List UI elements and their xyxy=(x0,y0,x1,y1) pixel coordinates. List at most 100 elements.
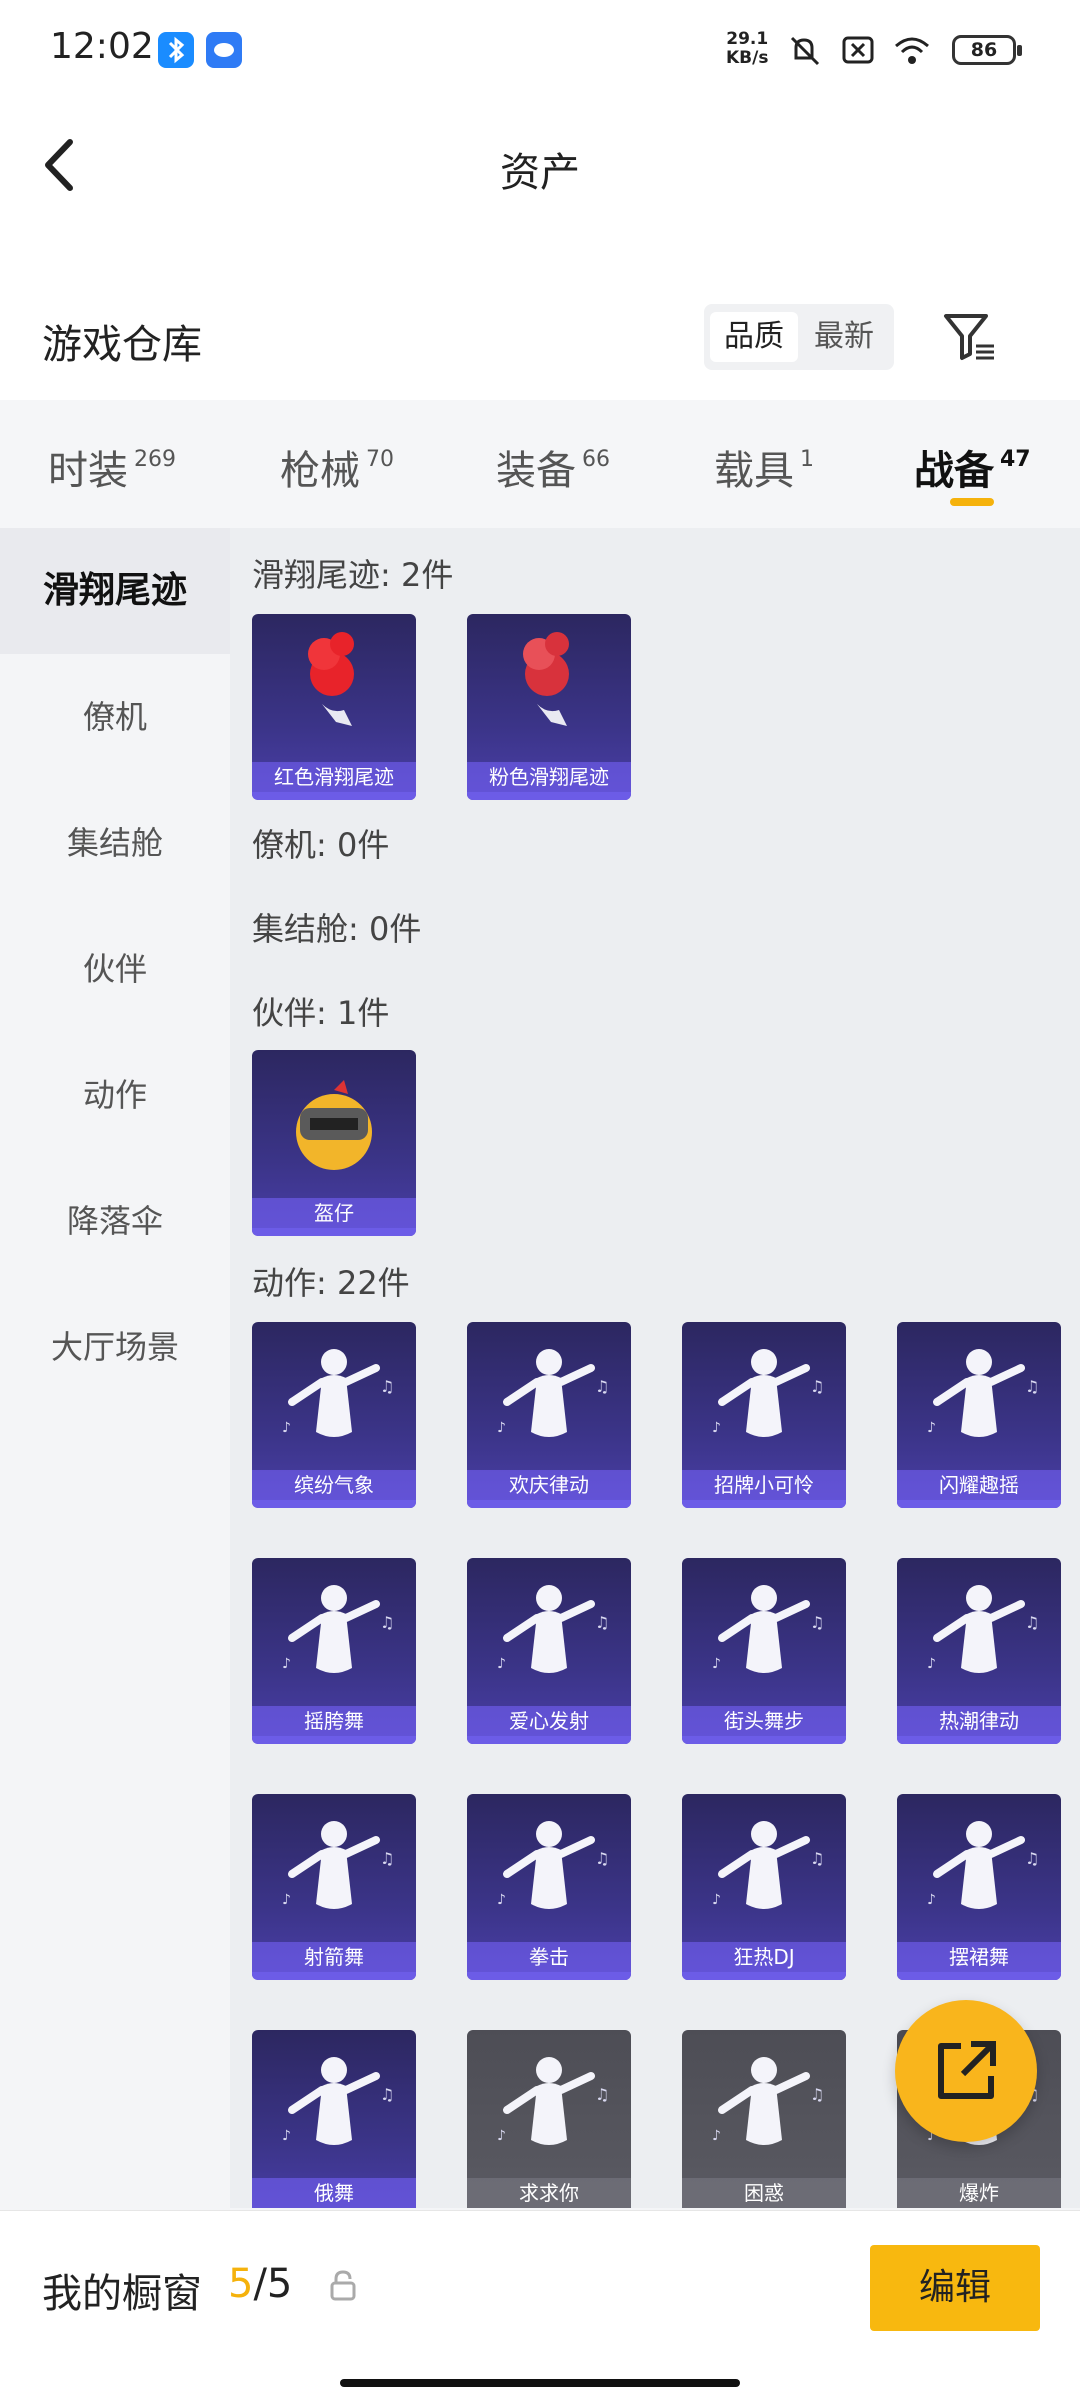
sort-newest-button[interactable]: 最新 xyxy=(800,312,888,362)
item-name: 欢庆律动 xyxy=(467,1470,631,1500)
partner-chick-image xyxy=(296,1080,372,1170)
wifi-icon xyxy=(895,37,929,64)
svg-text:♪: ♪ xyxy=(712,1892,721,1908)
sidebar: 滑翔尾迹 僚机 集结舱 伙伴 动作 降落伞 大厅场景 xyxy=(0,528,230,2208)
svg-text:♫: ♫ xyxy=(380,1377,394,1396)
item-name: 摇胯舞 xyxy=(252,1706,416,1736)
sidebar-item-parachute[interactable]: 降落伞 xyxy=(0,1158,230,1284)
svg-text:♫: ♫ xyxy=(1025,1377,1039,1396)
emote-figure-image: ♫♪ xyxy=(282,1821,394,1909)
sidebar-item-pod[interactable]: 集结舱 xyxy=(0,780,230,906)
tab-fashion[interactable]: 时装 269 xyxy=(48,438,176,496)
network-speed: 29.1 KB/s xyxy=(726,29,769,68)
item-card[interactable]: 红色滑翔尾迹 xyxy=(252,614,416,800)
item-name: 拳击 xyxy=(467,1942,631,1972)
sidebar-item-glide-trail[interactable]: 滑翔尾迹 xyxy=(0,528,230,654)
svg-text:♪: ♪ xyxy=(282,1892,291,1908)
item-name: 盔仔 xyxy=(252,1198,416,1228)
emote-figure-image: ♫♪ xyxy=(497,2057,609,2145)
tab-firearms[interactable]: 枪械 70 xyxy=(280,438,394,496)
emote-figure-image: ♫♪ xyxy=(497,1349,609,1437)
item-name: 闪耀趣摇 xyxy=(897,1470,1061,1500)
emote-card[interactable]: ♫ ♪ 爱心发射 xyxy=(467,1558,631,1744)
showcase-count: 5/5 xyxy=(228,2261,293,2307)
emote-card[interactable]: ♫ ♪ 射箭舞 xyxy=(252,1794,416,1980)
category-tabs: 时装 269 枪械 70 装备 66 载具 1 战备 47 xyxy=(0,400,1080,528)
emote-card[interactable]: ♫ ♪ 街头舞步 xyxy=(682,1558,846,1744)
tab-vehicles[interactable]: 载具 1 xyxy=(714,438,814,496)
share-external-icon xyxy=(938,2041,996,2099)
emote-card[interactable]: ♫ ♪ 俄舞 xyxy=(252,2030,416,2208)
group-label-partner: 伙伴: 1件 xyxy=(252,994,390,1032)
sidebar-item-wingman[interactable]: 僚机 xyxy=(0,654,230,780)
item-content: 滑翔尾迹: 2件 红色滑翔尾迹 粉色滑翔尾迹 僚机: 0件 集结舱: 0件 伙伴… xyxy=(230,528,1080,2208)
sort-toggle: 品质 最新 xyxy=(704,304,894,370)
sidebar-item-emote[interactable]: 动作 xyxy=(0,1032,230,1158)
page-title: 资产 xyxy=(500,150,580,196)
emote-card[interactable]: ♫ ♪ 热潮律动 xyxy=(897,1558,1061,1744)
emote-figure-image: ♫♪ xyxy=(497,1585,609,1673)
no-sim-icon xyxy=(842,36,874,64)
emote-figure-image: ♫♪ xyxy=(712,1349,824,1437)
edit-button[interactable]: 编辑 xyxy=(870,2245,1040,2331)
emote-card[interactable]: ♫ ♪ 求求你 xyxy=(467,2030,631,2208)
svg-text:♫: ♫ xyxy=(595,1613,609,1632)
svg-text:♪: ♪ xyxy=(282,1656,291,1672)
emote-card[interactable]: ♫ ♪ 困惑 xyxy=(682,2030,846,2208)
emote-card[interactable]: ♫ ♪ 摆裙舞 xyxy=(897,1794,1061,1980)
tab-combat-supplies[interactable]: 战备 47 xyxy=(914,438,1031,496)
svg-text:♫: ♫ xyxy=(380,1849,394,1868)
sidebar-item-partner[interactable]: 伙伴 xyxy=(0,906,230,1032)
item-name: 求求你 xyxy=(467,2178,631,2208)
emote-figure-image: ♫♪ xyxy=(927,1585,1039,1673)
svg-text:♫: ♫ xyxy=(1025,1613,1039,1632)
home-indicator xyxy=(340,2379,740,2387)
item-name: 街头舞步 xyxy=(682,1706,846,1736)
svg-text:♪: ♪ xyxy=(497,1892,506,1908)
section-title: 游戏仓库 xyxy=(42,322,202,368)
emote-figure-image: ♫♪ xyxy=(282,2057,394,2145)
item-card[interactable]: 粉色滑翔尾迹 xyxy=(467,614,631,800)
emote-card[interactable]: ♫ ♪ 招牌小可怜 xyxy=(682,1322,846,1508)
sort-quality-button[interactable]: 品质 xyxy=(710,312,798,362)
emote-card[interactable]: ♫ ♪ 摇胯舞 xyxy=(252,1558,416,1744)
emote-card[interactable]: ♫ ♪ 闪耀趣摇 xyxy=(897,1322,1061,1508)
share-fab[interactable] xyxy=(895,2000,1037,2142)
emote-card[interactable]: ♫ ♪ 拳击 xyxy=(467,1794,631,1980)
item-name: 红色滑翔尾迹 xyxy=(252,762,416,792)
item-card[interactable]: 盔仔 xyxy=(252,1050,416,1236)
svg-text:♫: ♫ xyxy=(595,1377,609,1396)
item-name: 招牌小可怜 xyxy=(682,1470,846,1500)
svg-text:♪: ♪ xyxy=(282,1420,291,1436)
status-time: 12:02 xyxy=(50,26,154,67)
lock-icon xyxy=(330,2270,356,2301)
svg-text:♪: ♪ xyxy=(497,1420,506,1436)
item-name: 缤纷气象 xyxy=(252,1470,416,1500)
tab-equipment[interactable]: 装备 66 xyxy=(496,438,610,496)
sidebar-item-lobby-scene[interactable]: 大厅场景 xyxy=(0,1284,230,1410)
svg-text:♫: ♫ xyxy=(810,1613,824,1632)
svg-text:♫: ♫ xyxy=(595,2085,609,2104)
svg-text:♫: ♫ xyxy=(595,1849,609,1868)
item-name: 俄舞 xyxy=(252,2178,416,2208)
showcase-bar: 我的橱窗 5/5 编辑 xyxy=(0,2210,1080,2400)
emote-card[interactable]: ♫ ♪ 狂热DJ xyxy=(682,1794,846,1980)
group-label-emote: 动作: 22件 xyxy=(252,1264,410,1302)
glide-trail-image xyxy=(308,632,354,726)
battery-indicator: 86 xyxy=(952,35,1022,65)
emote-figure-image: ♫♪ xyxy=(282,1585,394,1673)
svg-text:♪: ♪ xyxy=(927,1420,936,1436)
item-name: 热潮律动 xyxy=(897,1706,1061,1736)
showcase-label: 我的橱窗 xyxy=(42,2271,202,2317)
svg-text:♫: ♫ xyxy=(380,1613,394,1632)
svg-text:♪: ♪ xyxy=(712,1656,721,1672)
emote-card[interactable]: ♫ ♪ 欢庆律动 xyxy=(467,1322,631,1508)
filter-icon[interactable] xyxy=(940,306,1000,366)
emote-card[interactable]: ♫ ♪ 缤纷气象 xyxy=(252,1322,416,1508)
item-name: 狂热DJ xyxy=(682,1942,846,1972)
warehouse-header: 游戏仓库 品质 最新 xyxy=(0,280,1080,400)
svg-text:♫: ♫ xyxy=(1025,1849,1039,1868)
svg-text:♫: ♫ xyxy=(810,1849,824,1868)
svg-text:♫: ♫ xyxy=(810,1377,824,1396)
emote-figure-image: ♫♪ xyxy=(712,2057,824,2145)
